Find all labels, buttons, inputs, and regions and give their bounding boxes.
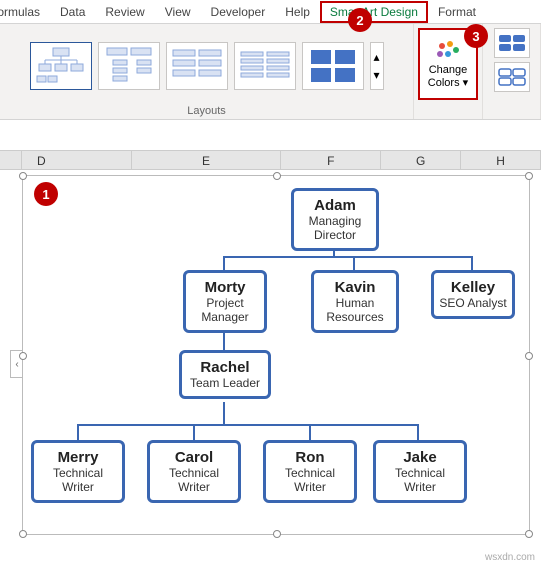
col-header-f[interactable]: F bbox=[281, 151, 381, 169]
org-node-kavin[interactable]: Kavin Human Resources bbox=[311, 270, 399, 333]
node-name: Adam bbox=[298, 197, 372, 214]
tab-data[interactable]: Data bbox=[50, 1, 95, 23]
org-node-jake[interactable]: Jake Technical Writer bbox=[373, 440, 467, 503]
color-palette-icon bbox=[434, 38, 462, 62]
resize-handle-s[interactable] bbox=[273, 530, 281, 538]
org-node-carol[interactable]: Carol Technical Writer bbox=[147, 440, 241, 503]
org-node-ron[interactable]: Ron Technical Writer bbox=[263, 440, 357, 503]
ribbon-group-change-colors: 3 Change Colors ▾ bbox=[414, 24, 483, 119]
org-node-merry[interactable]: Merry Technical Writer bbox=[31, 440, 125, 503]
connector bbox=[223, 402, 225, 424]
watermark: wsxdn.com bbox=[485, 552, 535, 563]
resize-handle-ne[interactable] bbox=[525, 172, 533, 180]
node-name: Jake bbox=[380, 449, 460, 466]
connector bbox=[353, 256, 355, 270]
resize-handle-n[interactable] bbox=[273, 172, 281, 180]
change-colors-label-2: Colors bbox=[428, 77, 460, 89]
smartart-style-1[interactable] bbox=[494, 28, 530, 58]
layout-option-3[interactable] bbox=[166, 42, 228, 90]
resize-handle-sw[interactable] bbox=[19, 530, 27, 538]
ribbon-tabs: Formulas Data Review View Developer Help… bbox=[0, 0, 541, 24]
layout-option-1[interactable] bbox=[30, 42, 92, 90]
step-badge-1: 1 bbox=[34, 182, 58, 206]
column-headers: D E F G H bbox=[0, 150, 541, 170]
node-name: Morty bbox=[190, 279, 260, 296]
col-header-e[interactable]: E bbox=[132, 151, 282, 169]
tab-review[interactable]: Review bbox=[95, 1, 154, 23]
layout-option-2[interactable] bbox=[98, 42, 160, 90]
node-title: Technical Writer bbox=[380, 466, 460, 494]
smartart-style-2[interactable] bbox=[494, 62, 530, 92]
node-title: Human Resources bbox=[318, 296, 392, 324]
node-title: Managing Director bbox=[298, 214, 372, 242]
connector bbox=[223, 256, 225, 270]
org-node-adam[interactable]: Adam Managing Director bbox=[291, 188, 379, 251]
col-header-g[interactable]: G bbox=[381, 151, 461, 169]
node-title: Team Leader bbox=[186, 376, 264, 390]
node-title: SEO Analyst bbox=[438, 296, 508, 310]
chevron-up-icon: ▴ bbox=[373, 50, 379, 64]
step-badge-2: 2 bbox=[348, 8, 372, 32]
node-title: Technical Writer bbox=[270, 466, 350, 494]
org-node-morty[interactable]: Morty Project Manager bbox=[183, 270, 267, 333]
node-name: Rachel bbox=[186, 359, 264, 376]
tab-formulas[interactable]: Formulas bbox=[0, 1, 50, 23]
chevron-down-icon: ▾ bbox=[463, 77, 469, 89]
org-node-kelley[interactable]: Kelley SEO Analyst bbox=[431, 270, 515, 319]
connector bbox=[223, 256, 473, 258]
node-name: Carol bbox=[154, 449, 234, 466]
worksheet: D E F G H 1 ‹ Adam Managing Director bbox=[0, 150, 541, 170]
connector bbox=[77, 424, 79, 440]
layouts-group-label: Layouts bbox=[187, 103, 226, 117]
step-badge-3: 3 bbox=[464, 24, 488, 48]
resize-handle-e[interactable] bbox=[525, 352, 533, 360]
tab-format[interactable]: Format bbox=[428, 1, 486, 23]
connector bbox=[77, 424, 417, 426]
tab-developer[interactable]: Developer bbox=[201, 1, 276, 23]
tab-smartart-design[interactable]: SmartArt Design bbox=[320, 1, 428, 23]
change-colors-label-1: Change bbox=[428, 64, 468, 77]
chevron-left-icon: ‹ bbox=[15, 359, 18, 370]
chevron-down-icon: ▾ bbox=[373, 68, 379, 82]
ribbon-group-styles bbox=[483, 24, 541, 119]
layouts-gallery: ▴ ▾ bbox=[30, 28, 384, 103]
org-node-rachel[interactable]: Rachel Team Leader bbox=[179, 350, 271, 399]
col-header-h[interactable]: H bbox=[461, 151, 541, 169]
tab-view[interactable]: View bbox=[155, 1, 201, 23]
resize-handle-w[interactable] bbox=[19, 352, 27, 360]
connector bbox=[471, 256, 473, 270]
col-header-d[interactable]: D bbox=[0, 151, 132, 169]
connector bbox=[193, 424, 195, 440]
layout-option-5[interactable] bbox=[302, 42, 364, 90]
node-name: Kelley bbox=[438, 279, 508, 296]
resize-handle-se[interactable] bbox=[525, 530, 533, 538]
ribbon-group-layouts: ▴ ▾ Layouts bbox=[0, 24, 414, 119]
layouts-gallery-more[interactable]: ▴ ▾ bbox=[370, 42, 384, 90]
node-title: Project Manager bbox=[190, 296, 260, 324]
node-title: Technical Writer bbox=[38, 466, 118, 494]
node-title: Technical Writer bbox=[154, 466, 234, 494]
connector bbox=[309, 424, 311, 440]
tab-help[interactable]: Help bbox=[275, 1, 320, 23]
node-name: Kavin bbox=[318, 279, 392, 296]
change-colors-button[interactable]: 3 Change Colors ▾ bbox=[418, 28, 478, 100]
ribbon-body: ▴ ▾ Layouts 3 Change Colors ▾ bbox=[0, 24, 541, 120]
resize-handle-nw[interactable] bbox=[19, 172, 27, 180]
node-name: Merry bbox=[38, 449, 118, 466]
layout-option-4[interactable] bbox=[234, 42, 296, 90]
connector bbox=[417, 424, 419, 440]
node-name: Ron bbox=[270, 449, 350, 466]
smartart-canvas[interactable]: Adam Managing Director Morty Project Man… bbox=[22, 175, 530, 535]
